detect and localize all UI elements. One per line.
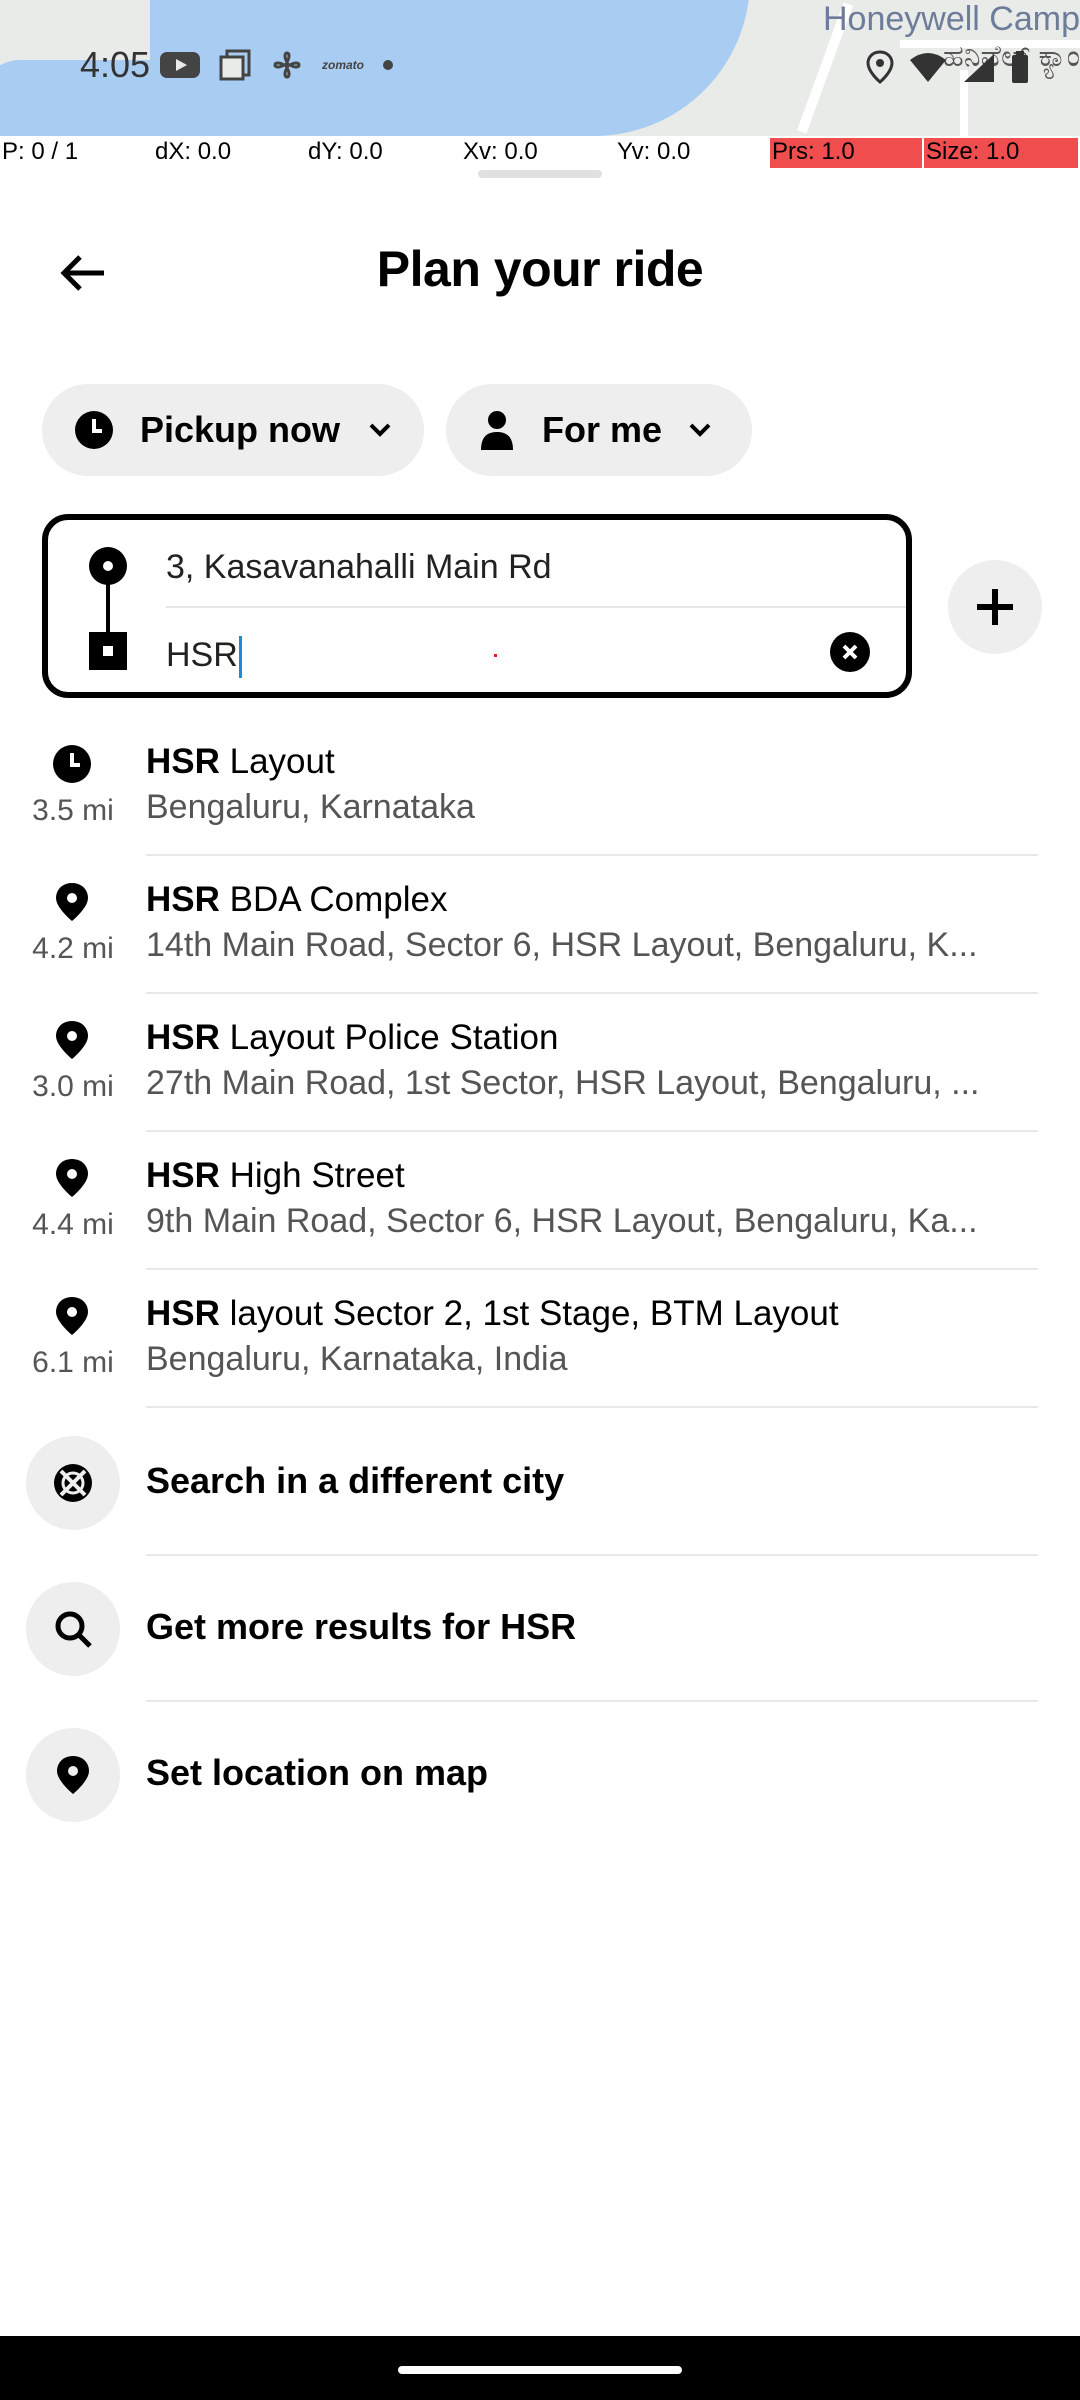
input-divider <box>166 606 906 608</box>
destination-square-icon <box>89 632 127 670</box>
result-title-rest: High Street <box>219 1156 405 1195</box>
list-item[interactable]: 3.0 mi HSR Layout Police Station 27th Ma… <box>0 994 1080 1132</box>
status-time: 4:05 <box>80 44 151 85</box>
chevron-down-icon <box>369 423 391 437</box>
result-title-match: HSR <box>146 1018 220 1057</box>
action-label: Set location on map <box>146 1752 489 1793</box>
result-title-match: HSR <box>146 742 220 781</box>
sheet-drag-handle[interactable] <box>478 170 602 178</box>
debug-xv: Xv: 0.0 <box>463 138 538 165</box>
arrow-left-icon <box>60 255 104 291</box>
battery-icon <box>1012 51 1028 83</box>
youtube-icon <box>160 52 200 78</box>
list-item[interactable]: 6.1 mi HSR layout Sector 2, 1st Stage, B… <box>0 1270 1080 1408</box>
pin-icon <box>57 1756 89 1794</box>
action-label: Get more results for HSR <box>146 1606 577 1647</box>
back-button[interactable] <box>50 240 116 306</box>
globe-off-icon <box>54 1464 92 1502</box>
location-icon <box>866 50 894 84</box>
rider-label: For me <box>542 409 663 450</box>
divider <box>146 1406 1038 1408</box>
pickup-dot-icon <box>89 547 127 585</box>
result-title-rest: Layout <box>219 742 335 781</box>
result-title-rest: Layout Police Station <box>219 1018 559 1057</box>
search-results-list: 3.5 mi HSR Layout Bengaluru, Karnataka 4… <box>0 718 1080 1408</box>
route-input-box: 3, Kasavanahalli Main Rd HSR <box>42 514 912 698</box>
result-title: HSR layout Sector 2, 1st Stage, BTM Layo… <box>146 1294 839 1334</box>
text-cursor <box>238 636 242 679</box>
signal-icon <box>964 54 994 82</box>
pickup-time-label: Pickup now <box>140 409 341 450</box>
result-title: HSR Layout Police Station <box>146 1018 558 1058</box>
destination-text: HSR <box>166 636 238 674</box>
map-label: Honeywell Camp <box>823 0 1080 38</box>
search-different-city-button[interactable]: Search in a different city <box>0 1410 1080 1556</box>
person-icon <box>481 411 513 450</box>
result-title: HSR High Street <box>146 1156 405 1196</box>
more-results-button[interactable]: Get more results for HSR <box>0 1556 1080 1702</box>
pointer-debug-bar: P: 0 / 1 dX: 0.0 dY: 0.0 Xv: 0.0 Yv: 0.0… <box>0 136 1080 168</box>
list-item[interactable]: 3.5 mi HSR Layout Bengaluru, Karnataka <box>0 718 1080 856</box>
clock-icon <box>53 745 91 783</box>
pin-icon <box>56 1297 88 1335</box>
result-distance: 4.4 mi <box>32 1208 114 1241</box>
debug-pressure: Prs: 1.0 <box>770 138 922 168</box>
result-subtitle: 27th Main Road, 1st Sector, HSR Layout, … <box>146 1064 980 1102</box>
debug-yv: Yv: 0.0 <box>617 138 691 165</box>
notification-icons: zomato <box>160 48 394 82</box>
set-location-on-map-button[interactable]: Set location on map <box>0 1702 1080 1848</box>
result-subtitle: 9th Main Road, Sector 6, HSR Layout, Ben… <box>146 1202 978 1240</box>
system-nav-bar <box>0 2336 1080 2400</box>
touch-point-marker <box>494 654 497 657</box>
result-title-match: HSR <box>146 880 220 919</box>
debug-size: Size: 1.0 <box>924 138 1078 168</box>
dot-icon <box>383 60 393 70</box>
debug-pointer: P: 0 / 1 <box>2 138 79 165</box>
result-distance: 6.1 mi <box>32 1346 114 1379</box>
system-icons <box>866 50 1030 84</box>
result-distance: 3.0 mi <box>32 1070 114 1103</box>
copy-icon <box>219 49 251 81</box>
search-icon <box>55 1611 92 1648</box>
page-title: Plan your ride <box>376 241 704 297</box>
zomato-icon: zomato <box>322 58 364 72</box>
result-subtitle: Bengaluru, Karnataka <box>146 788 475 826</box>
result-title-match: HSR <box>146 1294 220 1333</box>
result-title-rest: BDA Complex <box>219 880 448 919</box>
list-item[interactable]: 4.4 mi HSR High Street 9th Main Road, Se… <box>0 1132 1080 1270</box>
clock-icon <box>75 411 113 449</box>
pin-icon <box>56 883 88 921</box>
debug-dx: dX: 0.0 <box>155 138 232 165</box>
result-distance: 4.2 mi <box>32 932 114 965</box>
list-item[interactable]: 4.2 mi HSR BDA Complex 14th Main Road, S… <box>0 856 1080 994</box>
pin-icon <box>56 1021 88 1059</box>
result-distance: 3.5 mi <box>32 794 114 827</box>
pin-icon <box>56 1159 88 1197</box>
result-subtitle: Bengaluru, Karnataka, India <box>146 1340 568 1378</box>
action-label: Search in a different city <box>146 1460 565 1501</box>
destination-input[interactable]: HSR <box>166 624 766 686</box>
result-title: HSR BDA Complex <box>146 880 448 920</box>
result-subtitle: 14th Main Road, Sector 6, HSR Layout, Be… <box>146 926 978 964</box>
clear-input-button[interactable] <box>830 632 870 672</box>
add-stop-button[interactable] <box>948 560 1042 654</box>
chevron-down-icon <box>689 423 711 437</box>
result-title: HSR Layout <box>146 742 335 782</box>
rider-selector[interactable]: For me <box>446 384 752 476</box>
wifi-icon <box>910 53 946 82</box>
fan-icon <box>273 51 301 79</box>
plus-icon <box>977 589 1013 625</box>
result-title-rest: layout Sector 2, 1st Stage, BTM Layout <box>219 1294 839 1333</box>
home-gesture-handle[interactable] <box>398 2366 682 2374</box>
debug-dy: dY: 0.0 <box>308 138 383 165</box>
pickup-time-selector[interactable]: Pickup now <box>42 384 424 476</box>
result-title-match: HSR <box>146 1156 220 1195</box>
pickup-input[interactable]: 3, Kasavanahalli Main Rd <box>166 536 886 598</box>
close-icon <box>842 644 858 660</box>
